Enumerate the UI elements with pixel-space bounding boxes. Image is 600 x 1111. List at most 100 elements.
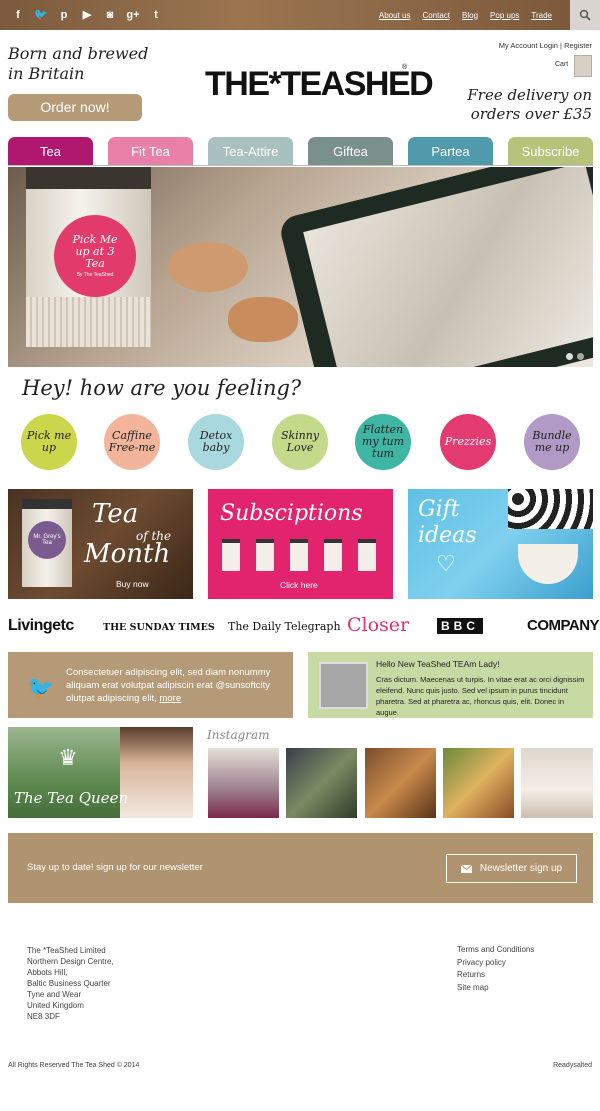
- nav-divider: [8, 165, 593, 166]
- googleplus-icon[interactable]: g+: [124, 6, 142, 24]
- cup-label: Pick Me up at 3 Tea: [72, 233, 118, 270]
- feeling-prezzies[interactable]: Prezzies: [440, 414, 496, 470]
- crown-icon: ♛: [58, 745, 78, 770]
- instagram-photo-2[interactable]: [286, 748, 357, 818]
- youtube-icon[interactable]: ▶: [78, 6, 96, 24]
- nav-tab-partea[interactable]: Partea: [408, 137, 493, 166]
- nav-tab-tea-attire[interactable]: Tea-Attire: [208, 137, 293, 166]
- top-link-blog[interactable]: Blog: [462, 11, 478, 20]
- promo-tea-line1: Tea: [92, 499, 139, 529]
- feelings-title: Hey! how are you feeling?: [22, 376, 302, 400]
- cookie-image: [228, 297, 298, 342]
- slider-dot-2[interactable]: [577, 353, 584, 360]
- tweet-more-link[interactable]: more: [159, 693, 181, 704]
- press-company: COMPANY: [527, 617, 600, 634]
- tumblr-icon[interactable]: t: [147, 6, 165, 24]
- address-line: Tyne and Wear: [27, 990, 82, 999]
- instagram-label: Instagram: [207, 728, 270, 742]
- promo-gift-line1: Gift: [418, 497, 460, 522]
- feeling-skinny-love[interactable]: Skinny Love: [272, 414, 328, 470]
- feeling-flatten-tum[interactable]: Flatten my tum tum: [355, 414, 411, 470]
- news-thumbnail: [319, 662, 368, 709]
- press-closer: Closer: [347, 614, 410, 636]
- cup-badge: Mr. Grey's Tea: [28, 521, 66, 559]
- instagram-icon[interactable]: ◙: [101, 6, 119, 24]
- feeling-bundle-me-up[interactable]: Bundle me up: [524, 414, 580, 470]
- twitter-icon: 🐦: [27, 675, 55, 700]
- mr-greys-cup-image: Mr. Grey's Tea: [22, 499, 72, 587]
- feeling-caffeine-free[interactable]: Caffine Free-me: [104, 414, 160, 470]
- press-bbc: BBC: [437, 618, 483, 634]
- footer-links: Terms and Conditions Privacy policy Retu…: [457, 944, 534, 994]
- address-line: United Kingdom: [27, 1001, 84, 1010]
- footer-link-privacy[interactable]: Privacy policy: [457, 957, 534, 970]
- instagram-photo-5[interactable]: [521, 748, 593, 818]
- envelope-icon: [460, 864, 472, 873]
- twitter-icon[interactable]: 🐦: [32, 6, 50, 24]
- instagram-photo-1[interactable]: [208, 748, 279, 818]
- subs-cup-5: [358, 539, 376, 571]
- address-line: NE8 3DF: [27, 1012, 60, 1021]
- tablet-image: [277, 167, 593, 367]
- newsletter-button-label: Newsletter sign up: [479, 863, 563, 874]
- newsletter-signup-button[interactable]: Newsletter sign up: [446, 854, 577, 883]
- news-text: Cras dictum. Maecenas ut turpis. In vita…: [376, 675, 585, 717]
- search-icon: [579, 9, 591, 21]
- promo-subs-title: Subsciptions: [220, 501, 363, 526]
- buy-now-link[interactable]: Buy now: [116, 579, 149, 589]
- tea-queen-banner[interactable]: ♛ The Tea Queen: [8, 727, 193, 818]
- promo-tea-line3: Month: [84, 539, 171, 569]
- free-delivery-note: Free delivery on orders over £35: [467, 86, 592, 123]
- promo-gift-ideas[interactable]: Gift ideas ♡: [408, 489, 593, 599]
- press-livingetc: Livingetc: [8, 617, 74, 634]
- copyright: All Rights Reserved The Tea Shed © 2014: [8, 1062, 140, 1069]
- promo-subscriptions[interactable]: Subsciptions Click here: [208, 489, 393, 599]
- account-links[interactable]: My Account Login | Register: [499, 41, 592, 50]
- nav-tab-giftea[interactable]: Giftea: [308, 137, 393, 166]
- top-link-popups[interactable]: Pop ups: [490, 11, 519, 20]
- press-daily-telegraph: The Daily Telegraph: [228, 620, 341, 633]
- footer-link-sitemap[interactable]: Site map: [457, 982, 534, 995]
- click-here-link[interactable]: Click here: [280, 580, 318, 590]
- nav-tab-fit-tea[interactable]: Fit Tea: [108, 137, 193, 166]
- top-link-contact[interactable]: Contact: [422, 11, 450, 20]
- nav-tab-subscribe[interactable]: Subscribe: [508, 137, 593, 166]
- promo-tea-of-the-month[interactable]: Mr. Grey's Tea Tea of the Month Buy now: [8, 489, 193, 599]
- feeling-detox[interactable]: Detox baby: [188, 414, 244, 470]
- credit-link[interactable]: Readysalted: [553, 1062, 592, 1069]
- top-link-about[interactable]: About us: [379, 11, 411, 20]
- feeling-pick-me-up[interactable]: Pick me up: [21, 414, 77, 470]
- subs-cup-1: [222, 539, 240, 571]
- cart-bag-icon[interactable]: [574, 55, 592, 77]
- heart-icon: ♡: [436, 551, 456, 576]
- cart-label[interactable]: Cart: [555, 61, 568, 68]
- address-line: Baltic Business Quarter: [27, 979, 111, 988]
- footer-link-terms[interactable]: Terms and Conditions: [457, 944, 534, 957]
- tea-queen-photo: [120, 727, 193, 818]
- bunting-image: [508, 489, 593, 529]
- cup-sub: By The TeaShed: [76, 272, 114, 278]
- footer-link-returns[interactable]: Returns: [457, 969, 534, 982]
- subs-cup-2: [256, 539, 274, 571]
- nav-tab-tea[interactable]: Tea: [8, 137, 93, 166]
- address-line: Northern Design Centre,: [27, 957, 114, 966]
- news-title[interactable]: Hello New TeaShed TEAm Lady!: [376, 659, 499, 669]
- press-sunday-times: THE SUNDAY TIMES: [103, 622, 215, 633]
- footer-address: The *TeaShed Limited Northern Design Cen…: [27, 945, 114, 1022]
- coaster-image: [168, 242, 248, 292]
- instagram-photo-4[interactable]: [443, 748, 514, 818]
- facebook-icon[interactable]: f: [9, 6, 27, 24]
- site-logo[interactable]: THE*TEASHED: [205, 64, 434, 104]
- hero-slider[interactable]: Pick Me up at 3 Tea By The TeaShed: [8, 167, 593, 367]
- address-line: Abbots Hill,: [27, 968, 68, 977]
- top-link-trade[interactable]: Trade: [531, 11, 552, 20]
- address-line: The *TeaShed Limited: [27, 946, 106, 955]
- instagram-photo-3[interactable]: [365, 748, 436, 818]
- slider-dot-1[interactable]: [566, 353, 573, 360]
- search-button[interactable]: [570, 0, 600, 30]
- tagline: Born and brewed in Britain: [8, 44, 149, 83]
- subs-cup-3: [290, 539, 308, 571]
- pinterest-icon[interactable]: p: [55, 6, 73, 24]
- order-now-button[interactable]: Order now!: [8, 94, 142, 121]
- promo-gift-line2: ideas: [418, 523, 477, 548]
